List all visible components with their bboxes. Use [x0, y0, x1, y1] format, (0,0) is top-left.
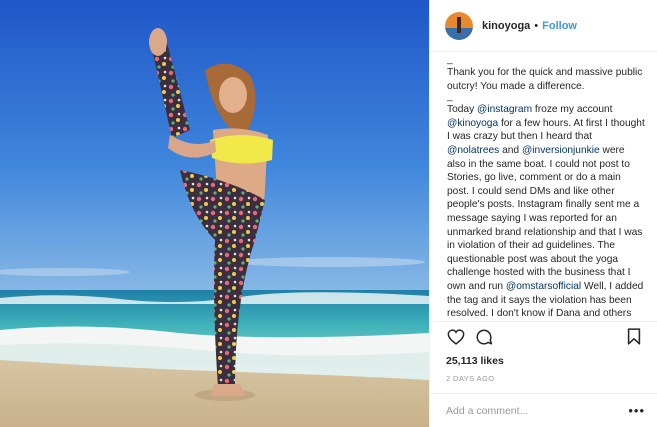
comment-box: ••• — [430, 393, 657, 427]
caption-paragraph: Thank you for the quick and massive publ… — [447, 67, 643, 92]
mention-omstarsofficial[interactable]: @omstarsofficial — [506, 281, 581, 292]
username-link[interactable]: kinoyoga — [482, 20, 530, 32]
caption-text: Today — [447, 104, 478, 116]
caption-separator: _ — [447, 91, 453, 103]
caption: _ Thank you for the quick and massive pu… — [430, 52, 657, 321]
caption-text: froze my account — [532, 104, 613, 116]
post-header: kinoyoga • Follow — [430, 0, 657, 52]
comment-input[interactable] — [446, 404, 629, 417]
caption-separator: _ — [447, 54, 453, 65]
instagram-post: kinoyoga • Follow _ Thank you for the qu… — [0, 0, 657, 427]
comment-icon[interactable] — [474, 327, 494, 347]
like-count[interactable]: 25,113 likes — [430, 351, 657, 369]
separator-dot: • — [534, 19, 539, 32]
action-bar — [430, 321, 657, 351]
post-sidebar: kinoyoga • Follow _ Thank you for the qu… — [429, 0, 657, 427]
caption-paragraph: Today @instagram froze my account @kinoy… — [447, 103, 645, 321]
heart-icon[interactable] — [446, 327, 466, 347]
mention-nolatrees[interactable]: @nolatrees — [447, 145, 499, 156]
follow-button[interactable]: Follow — [542, 20, 577, 32]
caption-text: were also in the same boat. I could not … — [447, 144, 643, 292]
yoga-beach-photo — [0, 0, 429, 427]
post-timestamp[interactable]: 2 DAYS AGO — [430, 369, 657, 387]
mention-kinoyoga[interactable]: @kinoyoga — [447, 118, 498, 129]
bookmark-icon[interactable] — [624, 327, 644, 347]
caption-text: and — [499, 144, 522, 156]
post-photo[interactable] — [0, 0, 429, 427]
mention-inversionjunkie[interactable]: @inversionjunkie — [522, 145, 600, 156]
avatar[interactable] — [445, 11, 473, 40]
more-options-icon[interactable]: ••• — [628, 404, 645, 417]
mention-instagram[interactable]: @instagram — [477, 104, 532, 115]
